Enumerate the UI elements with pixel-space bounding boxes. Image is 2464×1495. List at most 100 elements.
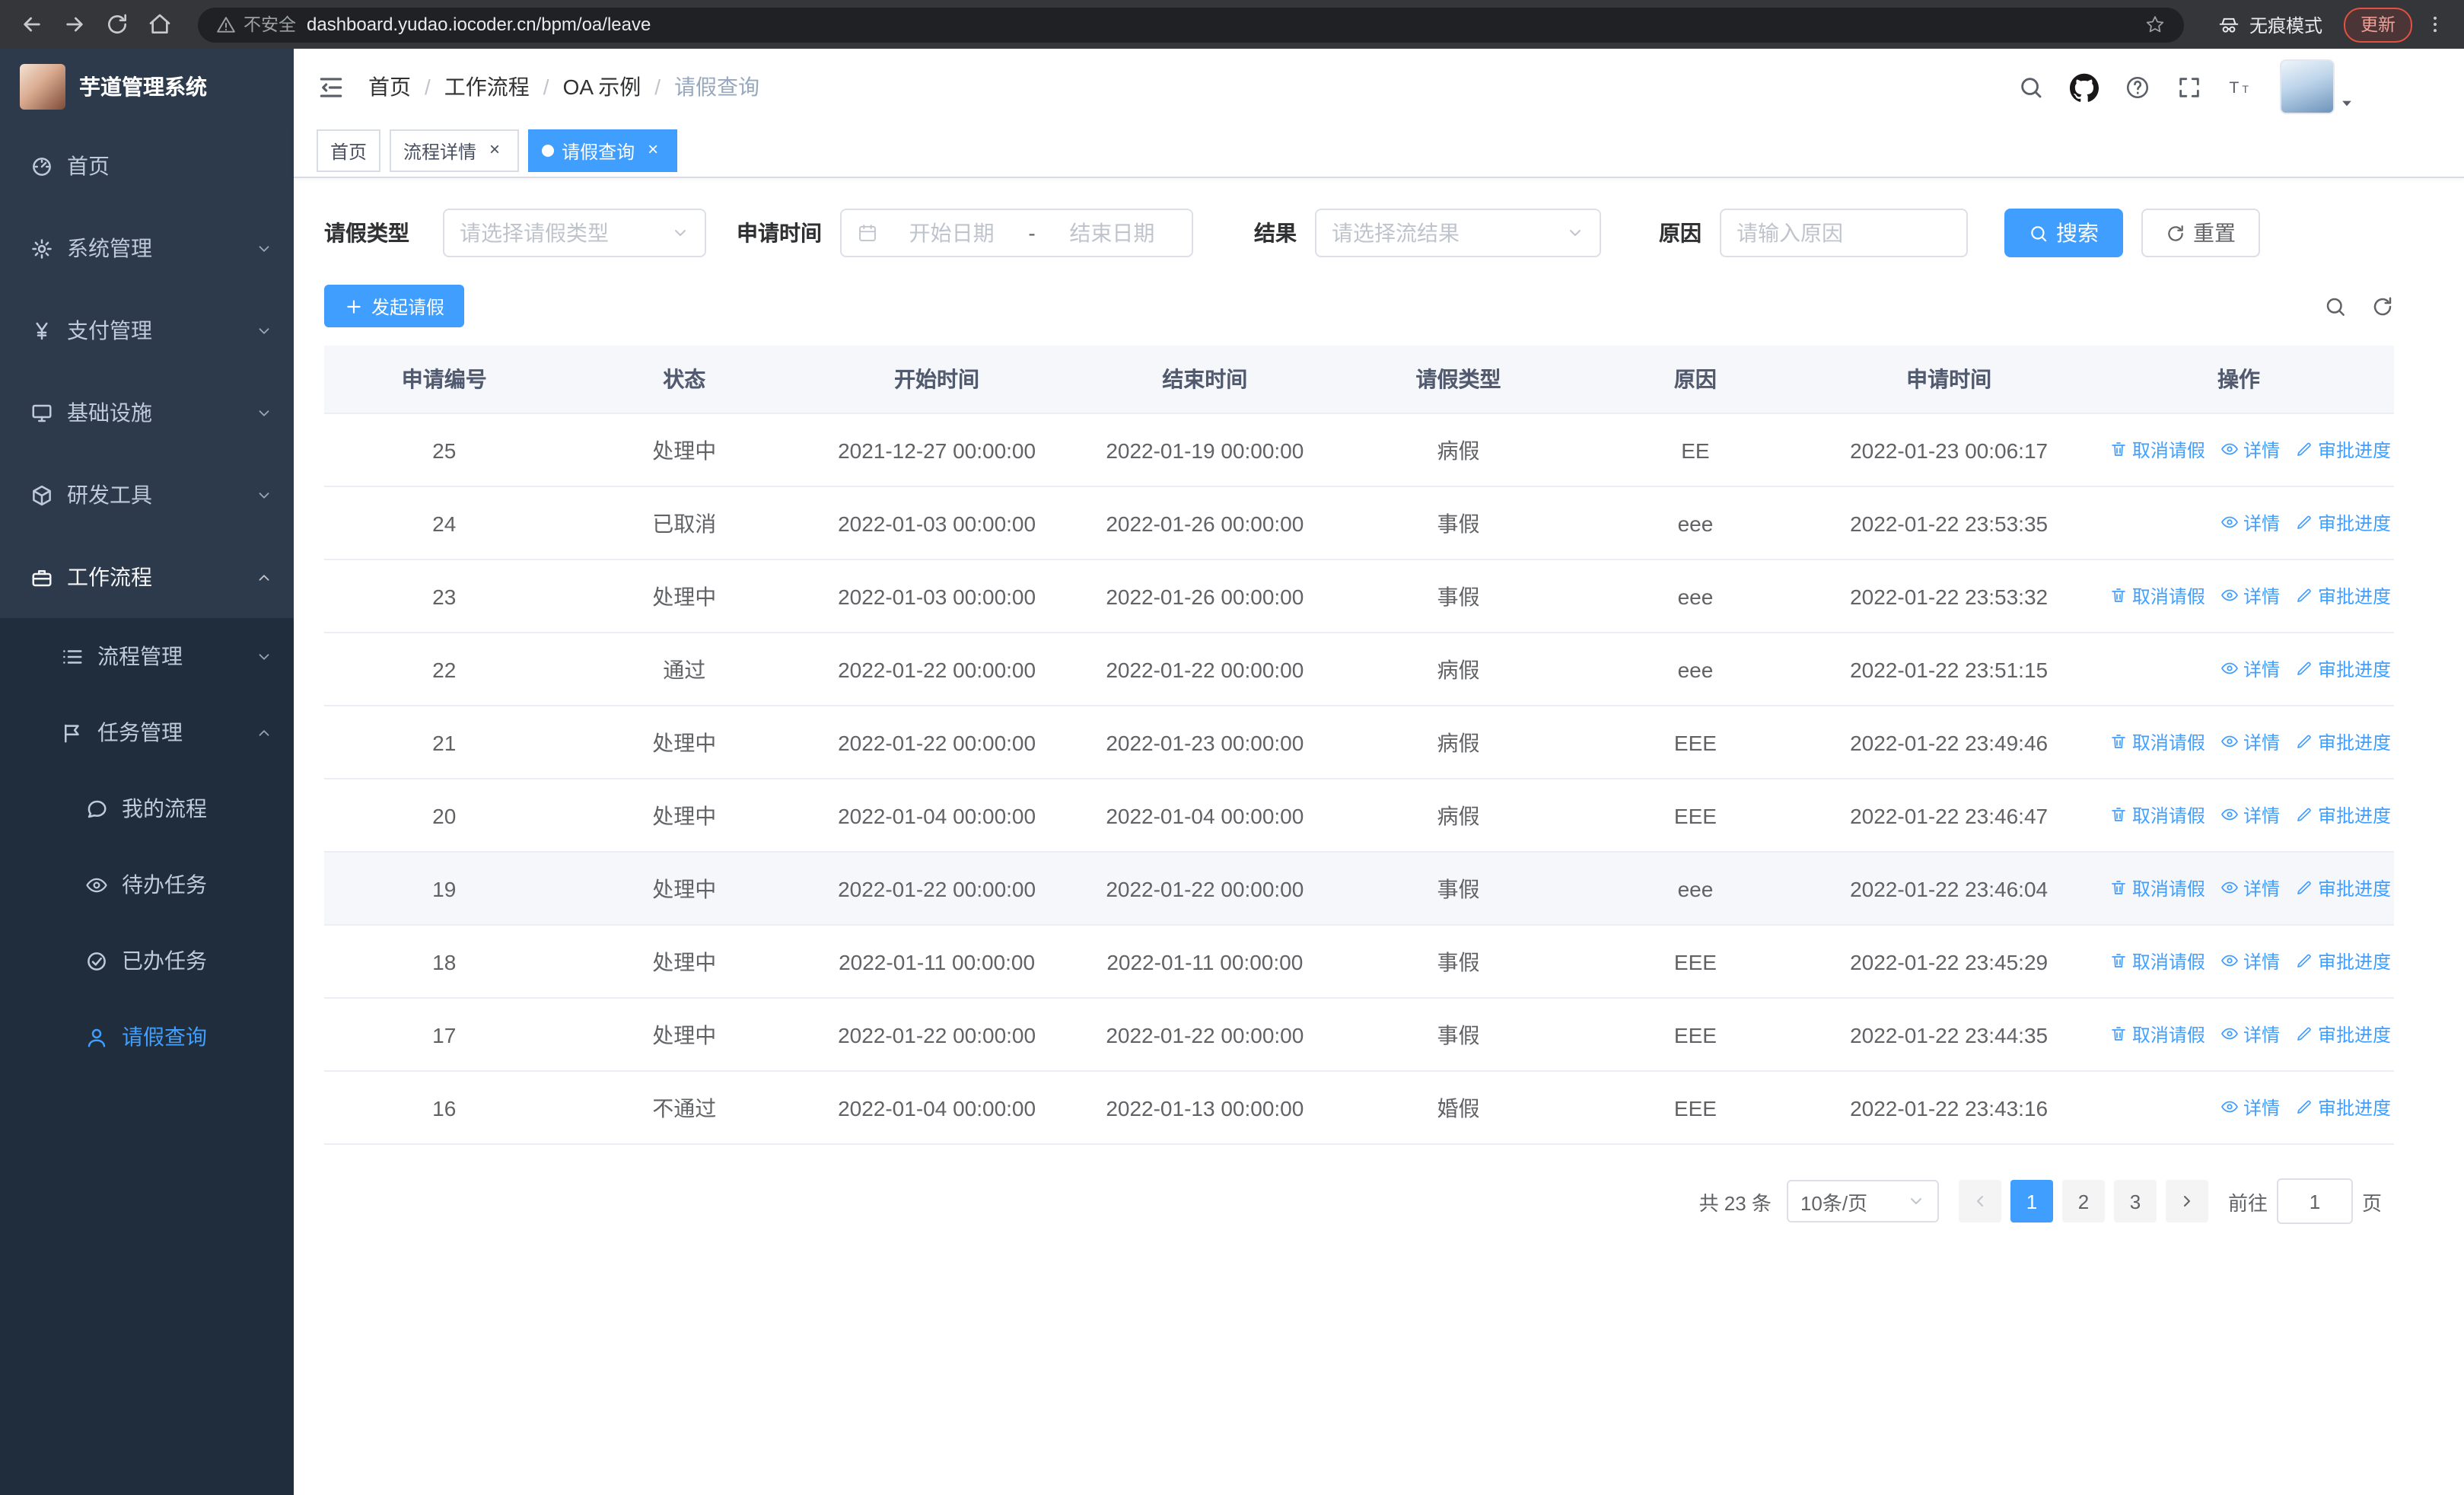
browser-forward-icon[interactable] xyxy=(58,8,91,41)
breadcrumb-item[interactable]: OA 示例 xyxy=(563,72,641,102)
sidebar-item-process-management[interactable]: 流程管理 xyxy=(0,618,294,694)
edit-icon xyxy=(2295,587,2313,605)
action-label: 详情 xyxy=(2243,1097,2280,1119)
detail-link[interactable]: 详情 xyxy=(2220,948,2280,974)
cell-reason: eee xyxy=(1576,852,1815,926)
goto-page-input[interactable] xyxy=(2276,1178,2353,1224)
approval-progress-link[interactable]: 审批进度 xyxy=(2295,437,2391,463)
approval-progress-link[interactable]: 审批进度 xyxy=(2295,656,2391,682)
browser-refresh-icon[interactable] xyxy=(100,8,134,41)
approval-progress-link[interactable]: 审批进度 xyxy=(2295,875,2391,901)
cell-start-time: 2022-01-03 00:00:00 xyxy=(804,559,1070,633)
app-title: 芋道管理系统 xyxy=(79,75,207,99)
toggle-search-icon[interactable] xyxy=(2324,295,2347,317)
leave-type-select[interactable]: 请选择请假类型 xyxy=(443,209,706,257)
cancel-leave-link[interactable]: 取消请假 xyxy=(2109,1022,2205,1047)
sidebar-item-label: 已办任务 xyxy=(122,948,207,973)
sidebar-item-devtools[interactable]: 研发工具 xyxy=(0,454,294,536)
sidebar-item-todo-tasks[interactable]: 待办任务 xyxy=(0,846,294,923)
tab-process-detail[interactable]: 流程详情 × xyxy=(390,129,520,172)
action-label: 详情 xyxy=(2243,732,2280,754)
cell-reason: EEE xyxy=(1576,998,1815,1072)
approval-progress-link[interactable]: 审批进度 xyxy=(2295,1022,2391,1047)
breadcrumb-item[interactable]: 工作流程 xyxy=(444,72,530,102)
approval-progress-link[interactable]: 审批进度 xyxy=(2295,948,2391,974)
page-button-2[interactable]: 2 xyxy=(2061,1180,2105,1222)
bookmark-star-icon[interactable] xyxy=(2144,14,2166,35)
detail-link[interactable]: 详情 xyxy=(2220,875,2280,901)
detail-link[interactable]: 详情 xyxy=(2220,1022,2280,1047)
goto-label: 前往 xyxy=(2227,1191,2268,1214)
table-tools xyxy=(2324,295,2394,317)
url-text[interactable]: dashboard.yudao.iocoder.cn/bpm/oa/leave xyxy=(307,14,2134,35)
sidebar-item-system[interactable]: 系统管理 xyxy=(0,207,294,289)
tab-home[interactable]: 首页 xyxy=(317,129,381,172)
browser-back-icon[interactable] xyxy=(15,8,49,41)
sidebar-item-done-tasks[interactable]: 已办任务 xyxy=(0,923,294,999)
detail-link[interactable]: 详情 xyxy=(2220,510,2280,536)
close-icon[interactable]: × xyxy=(484,139,505,161)
edit-icon xyxy=(2295,733,2313,751)
sidebar-item-payment[interactable]: 支付管理 xyxy=(0,289,294,371)
apply-time-range-picker[interactable]: 开始日期 - 结束日期 xyxy=(840,209,1193,257)
browser-menu-icon[interactable] xyxy=(2421,14,2449,35)
detail-link[interactable]: 详情 xyxy=(2220,729,2280,755)
sidebar-item-infrastructure[interactable]: 基础设施 xyxy=(0,371,294,454)
chevron-right-icon xyxy=(2178,1192,2196,1210)
page-button-1[interactable]: 1 xyxy=(2010,1180,2053,1222)
table-refresh-icon[interactable] xyxy=(2371,295,2394,317)
sidebar-filler xyxy=(0,1075,294,1495)
sidebar-item-home[interactable]: 首页 xyxy=(0,125,294,207)
detail-link[interactable]: 详情 xyxy=(2220,656,2280,682)
sidebar-item-leave-query[interactable]: 请假查询 xyxy=(0,999,294,1075)
search-button[interactable]: 搜索 xyxy=(2004,209,2123,257)
tab-leave-query[interactable]: 请假查询 × xyxy=(528,129,678,172)
result-select[interactable]: 请选择流结果 xyxy=(1315,209,1601,257)
user-menu[interactable] xyxy=(2280,59,2354,114)
approval-progress-link[interactable]: 审批进度 xyxy=(2295,802,2391,828)
approval-progress-link[interactable]: 审批进度 xyxy=(2295,510,2391,536)
font-size-icon[interactable]: TT xyxy=(2228,74,2254,100)
github-icon[interactable] xyxy=(2070,72,2099,101)
address-bar[interactable]: 不安全 dashboard.yudao.iocoder.cn/bpm/oa/le… xyxy=(198,7,2184,42)
prev-page-button[interactable] xyxy=(1958,1180,2001,1222)
reason-input[interactable]: 请输入原因 xyxy=(1720,209,1968,257)
create-leave-button[interactable]: 发起请假 xyxy=(324,285,465,327)
sidebar-logo[interactable]: 芋道管理系统 xyxy=(0,49,294,125)
cancel-leave-link[interactable]: 取消请假 xyxy=(2109,875,2205,901)
approval-progress-link[interactable]: 审批进度 xyxy=(2295,583,2391,609)
breadcrumb-item[interactable]: 首页 xyxy=(368,72,411,102)
approval-progress-link[interactable]: 审批进度 xyxy=(2295,1095,2391,1120)
breadcrumb-separator: / xyxy=(543,75,549,99)
browser-update-button[interactable]: 更新 xyxy=(2344,7,2412,42)
sidebar-item-my-process[interactable]: 我的流程 xyxy=(0,770,294,846)
next-page-button[interactable] xyxy=(2165,1180,2208,1222)
sidebar-item-workflow[interactable]: 工作流程 xyxy=(0,536,294,618)
hamburger-icon[interactable] xyxy=(317,72,345,101)
reset-button[interactable]: 重置 xyxy=(2141,209,2260,257)
sidebar-item-task-management[interactable]: 任务管理 xyxy=(0,694,294,770)
cancel-leave-link[interactable]: 取消请假 xyxy=(2109,437,2205,463)
fullscreen-icon[interactable] xyxy=(2176,74,2202,100)
detail-link[interactable]: 详情 xyxy=(2220,437,2280,463)
cancel-leave-link[interactable]: 取消请假 xyxy=(2109,802,2205,828)
detail-link[interactable]: 详情 xyxy=(2220,1095,2280,1120)
approval-progress-link[interactable]: 审批进度 xyxy=(2295,729,2391,755)
page-button-3[interactable]: 3 xyxy=(2113,1180,2157,1222)
help-icon[interactable] xyxy=(2125,74,2150,100)
detail-link[interactable]: 详情 xyxy=(2220,583,2280,609)
cancel-leave-link[interactable]: 取消请假 xyxy=(2109,583,2205,609)
plus-icon xyxy=(344,296,364,316)
detail-link[interactable]: 详情 xyxy=(2220,802,2280,828)
cell-actions: 取消请假 详情 审批进度 xyxy=(2083,852,2394,926)
security-chip[interactable]: 不安全 xyxy=(216,12,296,37)
close-icon[interactable]: × xyxy=(642,139,664,161)
cell-apply-time: 2022-01-22 23:43:16 xyxy=(1814,1071,2084,1145)
cell-end-time: 2022-01-13 00:00:00 xyxy=(1069,1071,1341,1145)
search-icon[interactable] xyxy=(2018,74,2044,100)
cell-start-time: 2022-01-04 00:00:00 xyxy=(804,1071,1070,1145)
cancel-leave-link[interactable]: 取消请假 xyxy=(2109,729,2205,755)
page-size-select[interactable]: 10条/页 xyxy=(1786,1180,1939,1222)
cancel-leave-link[interactable]: 取消请假 xyxy=(2109,948,2205,974)
browser-home-icon[interactable] xyxy=(143,8,177,41)
